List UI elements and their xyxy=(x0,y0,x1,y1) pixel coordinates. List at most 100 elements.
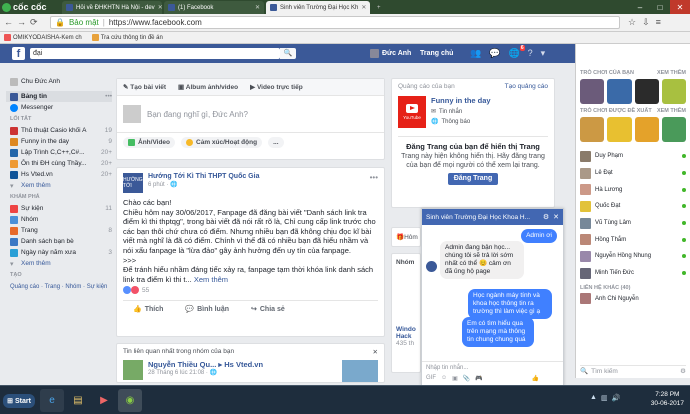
contact-item[interactable]: Anh Chi Nguyễn xyxy=(576,291,690,308)
maximize-icon[interactable]: □ xyxy=(650,0,670,14)
tab-live-video[interactable]: ▶ Video trực tiếp xyxy=(250,83,303,91)
composer-more-button[interactable]: ... xyxy=(268,137,284,148)
media-player-icon[interactable]: ▶ xyxy=(92,389,116,412)
item-author[interactable]: Nguyễn Thiều Qu... ▸ Hs Vted.vn xyxy=(148,360,263,369)
page-avatar[interactable]: HƯỚNG TỚI xyxy=(123,173,143,193)
browser-tab-active[interactable]: Sinh viên Trường Đại Học Kh ✕ xyxy=(266,1,370,14)
post-reactions[interactable]: 55 xyxy=(117,284,384,296)
file-explorer-icon[interactable]: ▤ xyxy=(66,389,90,412)
create-links[interactable]: Quảng cáo · Trang · Nhóm · Sự kiện xyxy=(10,281,112,292)
close-icon[interactable]: ✕ xyxy=(373,348,378,356)
sidebar-item-shortcut[interactable]: Thủ thuật Casio khối A 19 xyxy=(10,125,112,136)
facebook-logo-icon[interactable]: f xyxy=(12,47,25,60)
game-thumbnail[interactable] xyxy=(634,117,659,142)
browser-logo[interactable]: cốc cốc xyxy=(2,1,56,13)
profile-link[interactable]: Chu Đức Anh xyxy=(10,76,112,87)
sidebar-item-messenger[interactable]: Messenger xyxy=(10,102,112,113)
ad-page-name[interactable]: Funny in the day xyxy=(431,96,491,105)
coccoc-browser-icon[interactable]: ◉ xyxy=(118,389,142,412)
back-icon[interactable]: ← xyxy=(4,17,13,28)
start-button[interactable]: ⊞ Start xyxy=(3,394,35,408)
minimize-icon[interactable]: – xyxy=(630,0,650,14)
sidebar-item-friend-lists[interactable]: Danh sách bạn bè xyxy=(10,236,112,247)
internet-explorer-icon[interactable]: e xyxy=(40,389,64,412)
share-button[interactable]: ↪ Chia sẻ xyxy=(251,305,285,314)
sidebar-item-pages[interactable]: Trang 8 xyxy=(10,225,112,236)
close-window-icon[interactable]: ✕ xyxy=(670,0,690,14)
gif-icon[interactable]: GIF xyxy=(426,375,436,382)
shortcuts-see-more[interactable]: ▾ Xem thêm xyxy=(10,180,112,191)
sidebar-item-shortcut[interactable]: Lập Trình C,C++,C#... 20+ xyxy=(10,147,112,158)
contact-item[interactable]: Lê Đạt xyxy=(576,165,690,182)
sidebar-item-events[interactable]: Sự kiện 11 xyxy=(10,203,112,214)
ad-messages-link[interactable]: ✉ Tin nhắn xyxy=(431,108,491,116)
tab-photo-album[interactable]: ▣ Album ảnh/video xyxy=(178,83,238,91)
more-icon[interactable]: ••• xyxy=(105,93,112,100)
contacts-search-input[interactable]: 🔍 Tìm kiếm ⚙ xyxy=(580,365,686,376)
close-tab-icon[interactable]: ✕ xyxy=(255,4,260,11)
search-icon[interactable]: 🔍 xyxy=(280,48,296,59)
game-thumbnail[interactable] xyxy=(661,117,686,142)
close-icon[interactable]: ✕ xyxy=(553,213,559,221)
ad-notifications-link[interactable]: 🌐 Thông báo xyxy=(431,118,491,126)
game-thumbnail[interactable] xyxy=(607,79,632,104)
bookmark-star-icon[interactable]: ☆ xyxy=(628,17,636,28)
sidebar-item-shortcut[interactable]: Hs Vted.vn 20+ xyxy=(10,169,112,180)
photo-video-button[interactable]: Ảnh/Video xyxy=(123,137,176,148)
post-options-icon[interactable]: ••• xyxy=(370,173,378,182)
sidebar-item-on-this-day[interactable]: Ngày này năm xưa 3 xyxy=(10,247,112,258)
bookmark-item[interactable]: OMIKYODAISHA-Kem ch xyxy=(4,34,82,41)
new-tab-button[interactable]: + xyxy=(373,1,387,14)
profile-link[interactable]: Đức Anh xyxy=(370,49,411,58)
messages-icon[interactable]: 💬 xyxy=(489,48,500,59)
gear-icon[interactable]: ⚙ xyxy=(680,367,686,375)
close-tab-icon[interactable]: ✕ xyxy=(361,4,366,11)
create-ad-link[interactable]: Tạo quảng cáo xyxy=(505,83,548,90)
forward-icon[interactable]: → xyxy=(17,17,26,28)
account-dropdown-icon[interactable]: ▾ xyxy=(541,48,546,59)
close-tab-icon[interactable]: ✕ xyxy=(158,4,162,11)
contact-item[interactable]: Vũ Tùng Lâm xyxy=(576,215,690,232)
attachment-icon[interactable]: 📎 xyxy=(463,375,470,382)
see-more-link[interactable]: XEM THÊM xyxy=(657,70,686,76)
see-more-link[interactable]: Xem thêm xyxy=(194,275,228,284)
volume-icon[interactable]: 🔊 xyxy=(612,394,621,402)
home-link[interactable]: Trang chủ xyxy=(420,50,453,57)
url-field[interactable]: 🔒 Bảo mật | https://www.facebook.com xyxy=(50,16,620,29)
composer-input-area[interactable]: Bạn đang nghĩ gì, Đức Anh? xyxy=(117,96,384,132)
like-button[interactable]: 👍 Thích xyxy=(133,305,163,314)
contact-item[interactable]: Hồng Thắm xyxy=(576,231,690,248)
see-more-link[interactable]: XEM THÊM xyxy=(657,108,686,114)
post-timestamp[interactable]: 6 phút · 🌐 xyxy=(148,181,259,188)
contact-item[interactable]: Quốc Đạt xyxy=(576,198,690,215)
bookmark-item[interactable]: Tra cứu thông tin đề án xyxy=(91,34,163,41)
like-icon[interactable]: 👍 xyxy=(532,375,539,382)
explore-see-more[interactable]: ▾ Xem thêm xyxy=(10,258,112,269)
download-icon[interactable]: ⇩ xyxy=(642,17,650,28)
sidebar-item-newsfeed[interactable]: Bảng tin ••• xyxy=(6,91,112,102)
sidebar-item-shortcut[interactable]: Funny in the day 9 xyxy=(10,136,112,147)
browser-tab[interactable]: Hỏi về ĐHKHTN Hà Nội - dev ✕ xyxy=(62,1,162,14)
gear-icon[interactable]: ⚙ xyxy=(543,213,549,221)
sticker-icon[interactable]: ☺ xyxy=(441,375,447,382)
friend-requests-icon[interactable]: 👥 xyxy=(470,48,481,59)
tab-create-post[interactable]: ✎ Tạo bài viết xyxy=(123,83,166,91)
quick-help-icon[interactable]: ? xyxy=(528,48,533,59)
browser-tab[interactable]: (1) Facebook ✕ xyxy=(164,1,264,14)
notifications-icon[interactable]: 🌐 6 xyxy=(508,45,525,59)
game-thumbnail[interactable] xyxy=(607,117,632,142)
post-thumbnail[interactable] xyxy=(342,360,378,382)
comment-button[interactable]: 💬 Bình luận xyxy=(185,305,229,314)
contact-item[interactable]: Minh Tiến Đức xyxy=(576,265,690,282)
sidebar-item-shortcut[interactable]: Ôn thi ĐH cùng Thầy... 20+ xyxy=(10,158,112,169)
network-icon[interactable]: ▥ xyxy=(601,394,608,402)
feeling-activity-button[interactable]: Cảm xúc/Hoạt động xyxy=(181,137,263,148)
contact-item[interactable]: Hà Lương xyxy=(576,181,690,198)
post-author[interactable]: Hướng Tới Kì Thi THPT Quốc Gia xyxy=(148,173,259,180)
game-thumbnail[interactable] xyxy=(580,79,605,104)
sidebar-item-groups[interactable]: Nhóm xyxy=(10,214,112,225)
photo-icon[interactable]: ▣ xyxy=(452,375,458,382)
game-thumbnail[interactable] xyxy=(634,79,659,104)
contact-item[interactable]: Nguyễn Hồng Nhung xyxy=(576,248,690,265)
publish-page-button[interactable]: Đăng Trang xyxy=(448,173,498,185)
